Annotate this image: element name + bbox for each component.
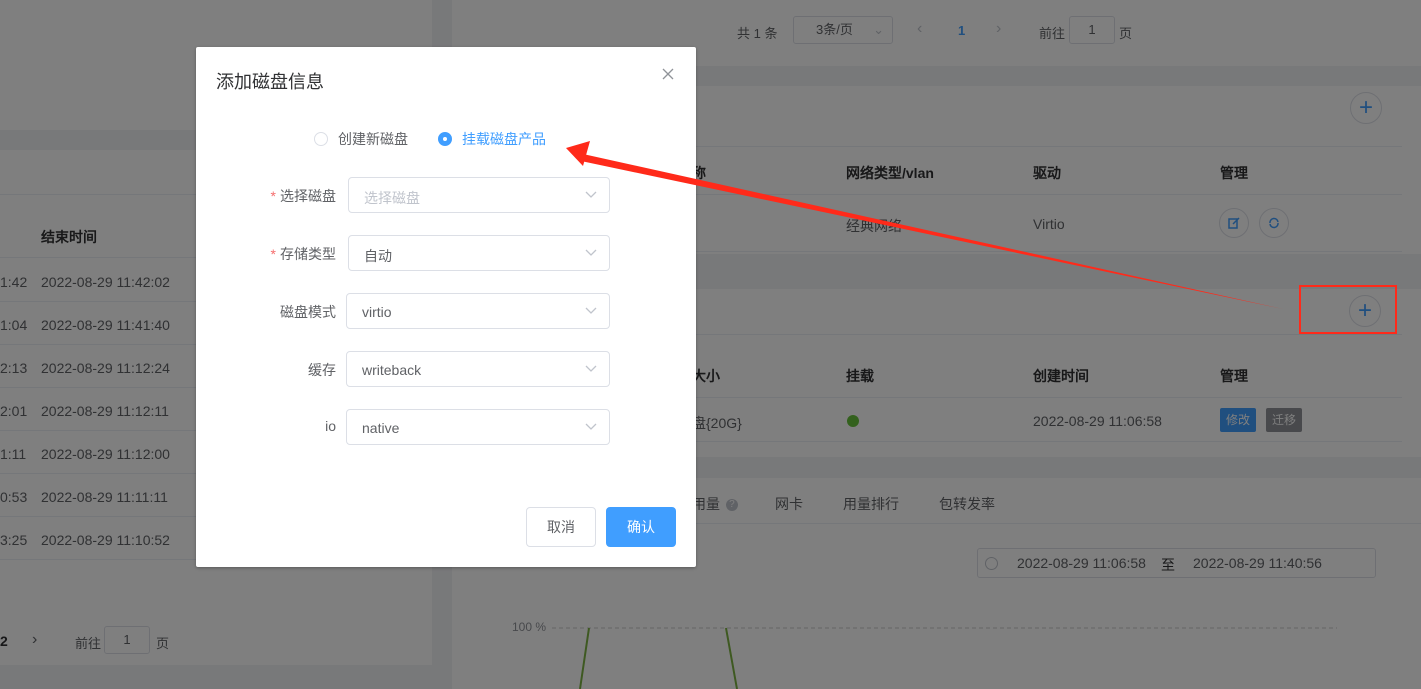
field-label: 磁盘模式	[280, 302, 336, 322]
field-label-text: io	[325, 418, 336, 434]
add-disk-dialog: 添加磁盘信息 创建新磁盘 挂载磁盘产品 * 选择磁盘 选择磁盘 * 存储类型 自动	[196, 47, 696, 567]
form-row-disk-mode: 磁盘模式 virtio	[196, 293, 696, 329]
disk-mode-dropdown[interactable]: virtio	[346, 293, 610, 329]
chevron-down-icon	[585, 307, 597, 314]
field-label: 缓存	[308, 360, 336, 380]
field-label: io	[325, 418, 336, 434]
field-label-text: 存储类型	[280, 246, 336, 262]
chevron-down-icon	[585, 423, 597, 430]
required-mark: *	[270, 188, 276, 204]
chevron-down-icon	[585, 249, 597, 256]
radio-circle-icon	[314, 132, 328, 146]
select-value: writeback	[362, 362, 422, 378]
select-value: native	[362, 420, 400, 436]
dialog-title: 添加磁盘信息	[216, 72, 324, 92]
radio-create-new-disk[interactable]: 创建新磁盘	[314, 129, 408, 149]
storage-type-dropdown[interactable]: 自动	[348, 235, 610, 271]
close-icon[interactable]	[661, 67, 675, 81]
select-value: virtio	[362, 304, 392, 320]
field-label-text: 磁盘模式	[280, 304, 336, 320]
io-dropdown[interactable]: native	[346, 409, 610, 445]
disk-source-radio-group: 创建新磁盘 挂载磁盘产品	[314, 129, 576, 149]
cancel-button[interactable]: 取消	[526, 507, 596, 547]
required-mark: *	[270, 246, 276, 262]
cache-dropdown[interactable]: writeback	[346, 351, 610, 387]
annotation-highlight-box	[1299, 285, 1397, 334]
radio-checked-icon	[438, 132, 452, 146]
field-label-text: 选择磁盘	[280, 188, 336, 204]
field-label-text: 缓存	[308, 362, 336, 378]
select-disk-dropdown[interactable]: 选择磁盘	[348, 177, 610, 213]
chevron-down-icon	[585, 365, 597, 372]
radio-label: 挂载磁盘产品	[462, 131, 546, 147]
form-row-storage-type: * 存储类型 自动	[196, 235, 696, 271]
field-label: * 选择磁盘	[271, 186, 336, 206]
radio-mount-disk-product[interactable]: 挂载磁盘产品	[438, 129, 546, 149]
select-value: 自动	[364, 248, 392, 264]
field-label: * 存储类型	[271, 244, 336, 264]
form-row-io: io native	[196, 409, 696, 445]
form-row-select-disk: * 选择磁盘 选择磁盘	[196, 177, 696, 213]
confirm-button[interactable]: 确认	[606, 507, 676, 547]
form-row-cache: 缓存 writeback	[196, 351, 696, 387]
radio-label: 创建新磁盘	[338, 131, 408, 147]
chevron-down-icon	[585, 191, 597, 198]
select-placeholder: 选择磁盘	[364, 190, 420, 206]
